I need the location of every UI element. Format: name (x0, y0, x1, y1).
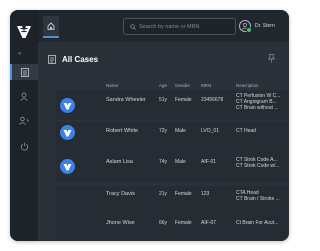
cell-name: Aslam Lisa (106, 159, 133, 165)
online-status-dot (246, 26, 252, 33)
brand-v-badge-icon (60, 159, 75, 174)
cases-list-icon (21, 67, 29, 77)
column-header-name[interactable]: Name (106, 83, 118, 88)
cell-gender: Female (175, 191, 192, 197)
collapse-sidebar-button[interactable]: « (18, 51, 21, 57)
cell-age: 72y (159, 128, 168, 134)
sidebar-item-power[interactable] (10, 138, 38, 154)
sidebar-item-cases[interactable] (10, 64, 38, 80)
avatar (239, 19, 252, 33)
cell-gender: Male (175, 128, 186, 134)
table-row[interactable]: Jhone Wise 66y Female AIF-07 Ct Brain Fo… (56, 216, 288, 241)
sidebar-item-team[interactable] (10, 112, 38, 128)
description-line: Ct Brain For Acut... (236, 220, 279, 226)
page-title: All Cases (62, 55, 99, 64)
user-menu[interactable]: Dr. Stern (239, 18, 275, 33)
cell-description: CTA Head CT Brain / Stroke ... (236, 190, 288, 202)
sidebar-item-user[interactable] (10, 88, 38, 104)
cell-mrn: AIF-07 (201, 220, 217, 226)
column-header-mrn[interactable]: MRN (201, 83, 211, 88)
cell-name: Sandra Wheeler (106, 97, 146, 103)
brand-v-badge-icon (60, 125, 75, 140)
cell-age: 51y (159, 97, 168, 103)
column-header-age[interactable]: Age (159, 83, 167, 88)
home-icon (47, 22, 55, 30)
table-row[interactable]: Aslam Lisa 74y Male AIF-01 CT Strok Code… (56, 152, 288, 182)
cases-document-icon (48, 55, 56, 64)
cell-description: CT Head (236, 128, 288, 134)
cell-age: 74y (159, 159, 168, 165)
table-row[interactable]: Robert White 72y Male LVO_01 CT Head (56, 122, 288, 152)
description-line: CT Brain / Stroke ... (236, 196, 280, 202)
cell-gender: Female (175, 97, 192, 103)
team-icon (18, 116, 29, 125)
search-input[interactable] (139, 23, 229, 30)
brand-v-badge-icon (60, 98, 75, 113)
cell-gender: Male (175, 159, 186, 165)
cell-description: CT Perfusion W C... CT Angiogram B... CT… (236, 93, 288, 111)
top-bar: Dr. Stern (38, 10, 289, 42)
cell-age: 66y (159, 220, 168, 226)
cell-name: Robert White (106, 128, 139, 134)
cell-description: Ct Brain For Acut... (236, 220, 288, 226)
column-header-gender[interactable]: Gender (175, 83, 190, 88)
cell-mrn: AIF-01 (201, 159, 217, 165)
cell-gender: Female (175, 220, 192, 226)
power-icon (20, 142, 28, 151)
left-rail: « (10, 10, 38, 241)
table-row[interactable]: Sandra Wheeler 51y Female 23456678 CT Pe… (56, 90, 288, 120)
description-line: CT Strok Code w/... (236, 163, 280, 169)
app-window: « Search by name or MRN Dr. Stern All Ca… (10, 10, 289, 241)
main-content: All Cases Name Age Gender MRN Descriptio… (38, 42, 289, 241)
cell-name: Tracy Davis (106, 191, 135, 197)
brand-logo-icon[interactable] (16, 24, 32, 40)
cell-mrn: LVO_01 (201, 128, 219, 134)
cell-name: Jhone Wise (106, 220, 135, 226)
cell-mrn: 123 (201, 191, 210, 197)
user-name: Dr. Stern (255, 22, 275, 29)
cell-mrn: 23456678 (201, 97, 224, 103)
user-icon (20, 92, 28, 101)
home-tab[interactable] (43, 16, 59, 38)
cell-description: CT Strok Code A... CT Strok Code w/... (236, 157, 288, 169)
search-icon (127, 23, 139, 30)
column-header-description[interactable]: Description (236, 83, 259, 88)
cell-age: 21y (159, 191, 168, 197)
search-field[interactable] (123, 18, 236, 35)
row-background (56, 122, 288, 152)
description-line: CT Head (236, 128, 256, 134)
table-row[interactable]: Tracy Davis 21y Female 123 CTA Head CT B… (56, 186, 288, 216)
pin-icon[interactable] (268, 54, 275, 63)
description-line: CT Brain without ... (236, 105, 279, 111)
page-header: All Cases (48, 55, 98, 64)
